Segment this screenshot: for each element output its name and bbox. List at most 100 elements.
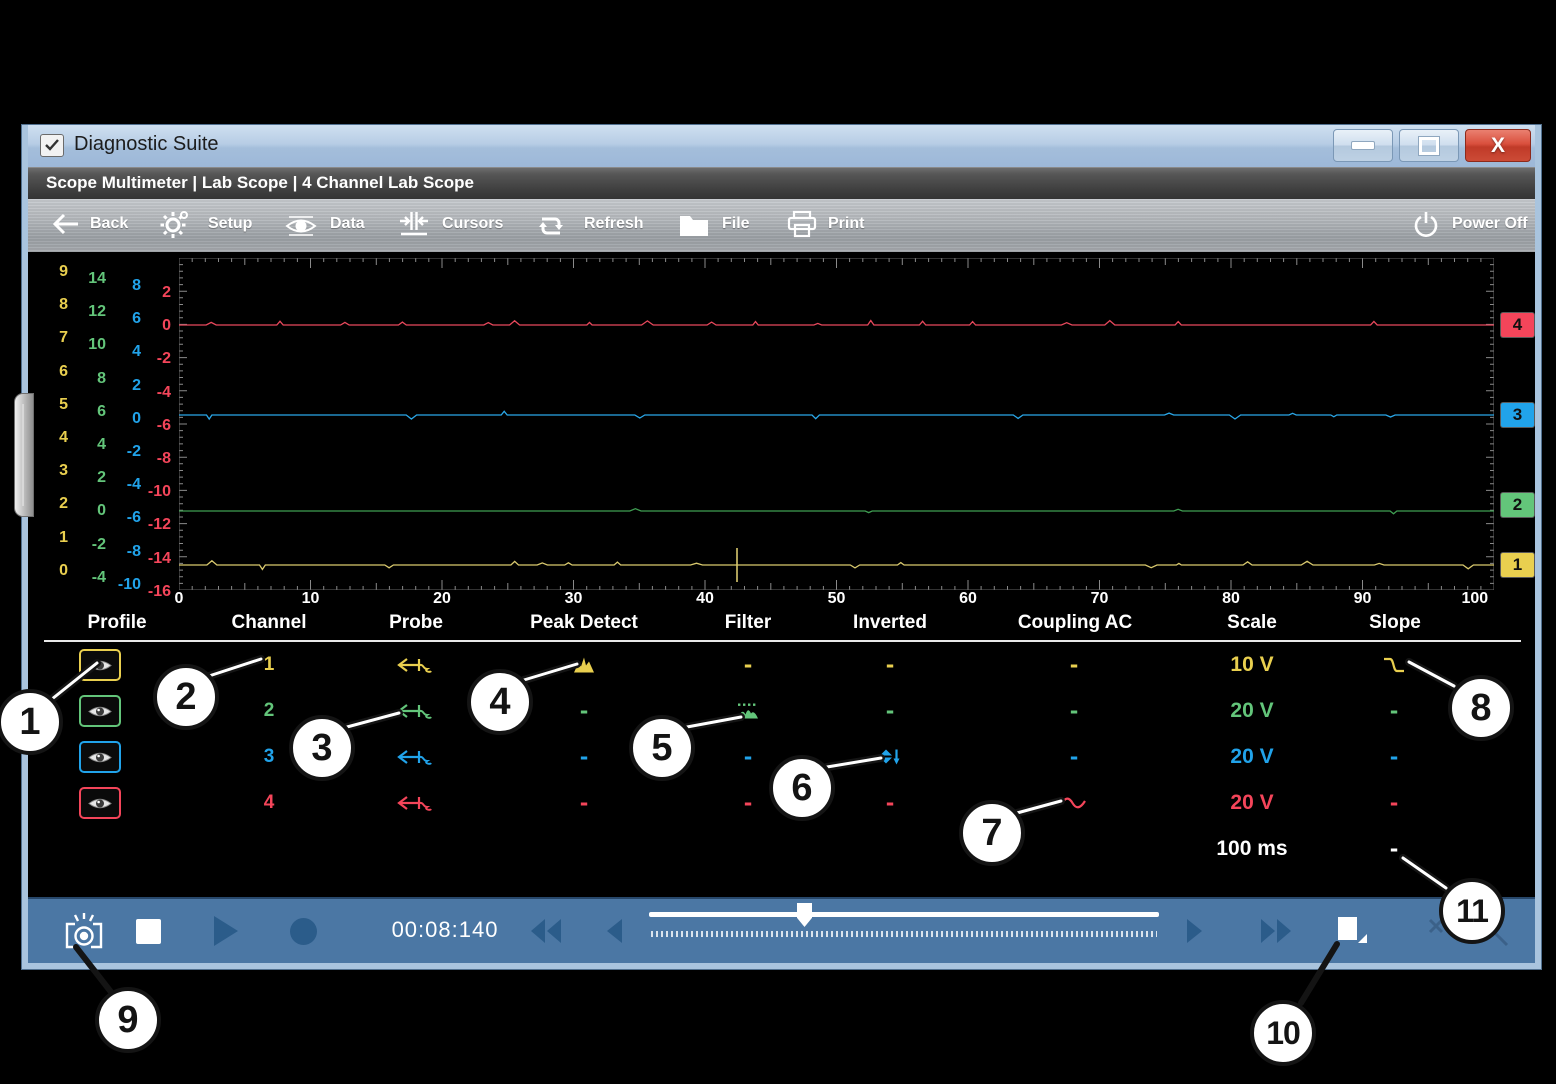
marker-button[interactable]	[1334, 899, 1368, 963]
channel-number[interactable]: 3	[264, 746, 275, 768]
peak-detect-value[interactable]: -	[580, 743, 588, 772]
setup-button[interactable]: Setup	[208, 215, 252, 233]
print-icon[interactable]	[786, 210, 818, 240]
filter-value[interactable]: -	[744, 789, 752, 818]
channel-number[interactable]: 4	[264, 792, 275, 814]
rewind-icon	[530, 918, 562, 944]
x-axis-label: 60	[959, 590, 977, 608]
table-row: 2 - - - 20 V -	[28, 689, 1535, 733]
channel-marker-2[interactable]: 2	[1501, 493, 1534, 517]
channel-marker-4[interactable]: 4	[1501, 313, 1534, 337]
channel-number[interactable]: 1	[264, 654, 275, 676]
filter-icon[interactable]	[736, 703, 760, 720]
header-peak-detect: Peak Detect	[530, 612, 638, 634]
callout-1: 1	[0, 689, 63, 755]
peak-detect-value[interactable]: -	[580, 789, 588, 818]
cursors-button[interactable]: Cursors	[442, 215, 503, 233]
scale-value[interactable]: 20 V	[1230, 745, 1273, 769]
sine-wave-icon[interactable]	[1060, 795, 1088, 811]
invert-icon[interactable]	[878, 748, 902, 767]
peak-detect-value[interactable]: -	[580, 697, 588, 726]
timebase-slope-value[interactable]: -	[1390, 835, 1398, 864]
step-back-button[interactable]	[606, 899, 623, 963]
close-button[interactable]: X	[1465, 129, 1531, 162]
scale-value[interactable]: 10 V	[1230, 653, 1273, 677]
header-slope: Slope	[1369, 612, 1421, 634]
refresh-button[interactable]: Refresh	[584, 215, 644, 233]
inverted-value[interactable]: -	[886, 651, 894, 680]
stop-button[interactable]	[136, 899, 161, 963]
timebase-value[interactable]: 100 ms	[1216, 837, 1287, 861]
header-scale: Scale	[1227, 612, 1277, 634]
header-probe: Probe	[389, 612, 443, 634]
profile-eye-icon[interactable]	[79, 741, 121, 773]
coupling-ac-value[interactable]: -	[1070, 651, 1078, 680]
x-axis-label: 20	[433, 590, 451, 608]
x-axis-label: 50	[828, 590, 846, 608]
callout-7: 7	[959, 800, 1025, 866]
maximize-icon	[1419, 137, 1439, 155]
back-button[interactable]: Back	[90, 215, 128, 233]
stop-icon	[136, 919, 161, 944]
fast-forward-button[interactable]	[1260, 899, 1292, 963]
print-button[interactable]: Print	[828, 215, 864, 233]
profile-eye-icon[interactable]	[79, 787, 121, 819]
setup-gear-icon[interactable]	[160, 209, 190, 239]
table-row: 1 - - - 10 V	[28, 643, 1535, 687]
inverted-value[interactable]: -	[886, 789, 894, 818]
coupling-ac-value[interactable]: -	[1070, 743, 1078, 772]
slope-value[interactable]: -	[1390, 789, 1398, 818]
playback-slider-thumb[interactable]	[797, 903, 812, 927]
back-icon[interactable]	[52, 211, 80, 237]
profile-eye-icon[interactable]	[79, 695, 121, 727]
rewind-button[interactable]	[530, 899, 562, 963]
play-button[interactable]	[214, 899, 238, 963]
data-eye-icon[interactable]	[284, 215, 318, 237]
maximize-button[interactable]	[1399, 129, 1459, 162]
probe-icon[interactable]	[396, 747, 432, 767]
camera-icon[interactable]	[62, 899, 106, 963]
channel-marker-3[interactable]: 3	[1501, 403, 1534, 427]
callout-9: 9	[95, 987, 161, 1053]
channel-number[interactable]: 2	[264, 700, 275, 722]
step-forward-button[interactable]	[1186, 899, 1203, 963]
scale-value[interactable]: 20 V	[1230, 699, 1273, 723]
side-panel-handle[interactable]	[14, 393, 34, 517]
header-rule	[44, 640, 1521, 642]
callout-4: 4	[467, 669, 533, 735]
app-window: Diagnostic Suite X Scope Multimeter | La…	[22, 125, 1541, 969]
falling-edge-icon[interactable]	[1382, 655, 1406, 675]
waveform-plot[interactable]	[179, 258, 1494, 590]
probe-icon[interactable]	[396, 701, 432, 721]
record-icon	[290, 918, 317, 945]
peaks-icon[interactable]	[573, 657, 595, 674]
probe-icon[interactable]	[396, 655, 432, 675]
playback-slider-track[interactable]	[649, 912, 1159, 917]
breadcrumb-bar: Scope Multimeter | Lab Scope | 4 Channel…	[28, 167, 1535, 199]
profile-eye-icon[interactable]	[79, 649, 121, 681]
file-folder-icon[interactable]	[678, 212, 710, 238]
y-axis-ch1: 9876543210	[32, 255, 68, 587]
filter-value[interactable]: -	[744, 743, 752, 772]
inverted-value[interactable]: -	[886, 697, 894, 726]
power-off-button[interactable]: Power Off	[1452, 215, 1528, 233]
breadcrumb: Scope Multimeter | Lab Scope | 4 Channel…	[46, 173, 474, 193]
record-button[interactable]	[290, 899, 317, 963]
power-icon[interactable]	[1412, 210, 1440, 240]
cursors-icon[interactable]	[398, 210, 430, 240]
minimize-button[interactable]	[1333, 129, 1393, 162]
scale-value[interactable]: 20 V	[1230, 791, 1273, 815]
probe-icon[interactable]	[396, 793, 432, 813]
slope-value[interactable]: -	[1390, 743, 1398, 772]
coupling-ac-value[interactable]: -	[1070, 697, 1078, 726]
data-button[interactable]: Data	[330, 215, 365, 233]
file-button[interactable]: File	[722, 215, 750, 233]
slope-value[interactable]: -	[1390, 697, 1398, 726]
x-axis-label: 80	[1222, 590, 1240, 608]
channel-marker-1[interactable]: 1	[1501, 553, 1534, 577]
filter-value[interactable]: -	[744, 651, 752, 680]
app-icon	[40, 134, 64, 157]
refresh-icon[interactable]	[536, 211, 566, 241]
x-axis-label: 90	[1354, 590, 1372, 608]
timebase-row: 100 ms -	[28, 827, 1535, 871]
